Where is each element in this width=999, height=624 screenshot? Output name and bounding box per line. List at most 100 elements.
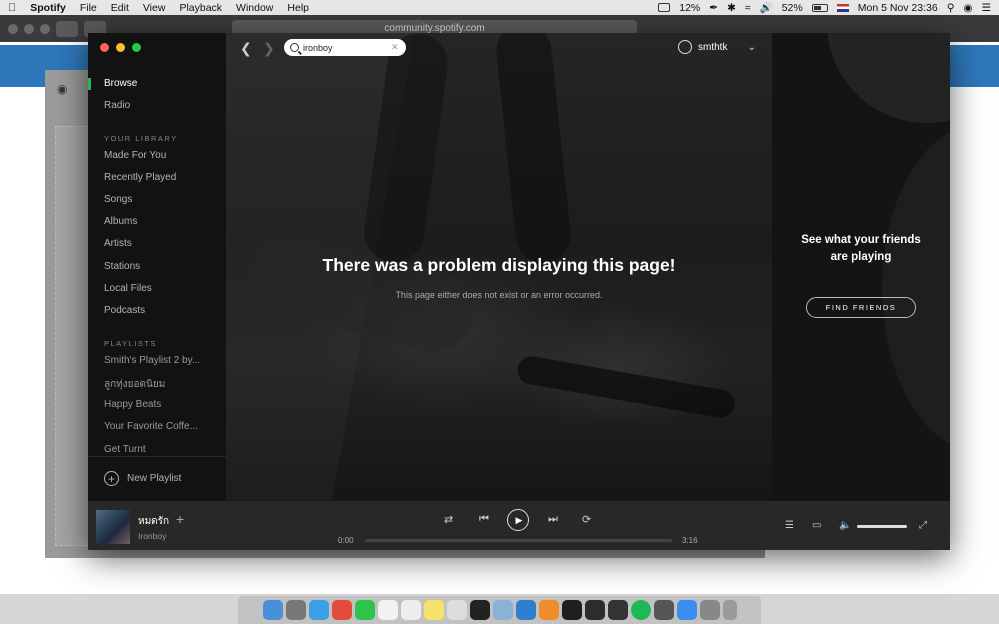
clear-search-icon[interactable]: ✕ xyxy=(391,42,399,53)
feather-icon[interactable]: ✒ xyxy=(709,2,718,14)
siri-icon[interactable]: ◉ xyxy=(963,2,972,14)
brave-icon[interactable] xyxy=(538,600,559,620)
playlist-item[interactable]: Get Turnt xyxy=(104,444,214,455)
sidebar-item-recently-played[interactable]: Recently Played xyxy=(104,172,176,183)
next-track-icon[interactable]: ⏭ xyxy=(548,513,558,526)
find-friends-button[interactable]: FIND FRIENDS xyxy=(806,297,916,318)
webstorm-icon[interactable] xyxy=(607,600,628,620)
track-title[interactable]: หมดรัก xyxy=(138,514,169,529)
menu-file[interactable]: File xyxy=(80,2,97,14)
sidebar-item-local-files[interactable]: Local Files xyxy=(104,283,152,294)
error-message: There was a problem displaying this page… xyxy=(226,255,772,300)
playlist-item[interactable]: Happy Beats xyxy=(104,399,214,410)
cpu-monitor-icon[interactable] xyxy=(658,3,671,12)
macos-menubar:  Spotify File Edit View Playback Window… xyxy=(0,0,999,15)
intellij-icon[interactable] xyxy=(561,600,582,620)
minimize-window-button[interactable] xyxy=(116,43,125,52)
user-avatar-icon xyxy=(678,40,692,54)
sidebar-item-artists[interactable]: Artists xyxy=(104,238,132,249)
previous-track-icon[interactable]: ⏮ xyxy=(479,513,489,526)
window-controls xyxy=(100,43,141,52)
new-playlist-label: New Playlist xyxy=(127,473,182,484)
spotify-dock-icon[interactable] xyxy=(630,600,651,620)
playlist-item[interactable]: Smith's Playlist 2 by... xyxy=(104,355,214,366)
sidebar-item-podcasts[interactable]: Podcasts xyxy=(104,305,145,316)
devices-icon[interactable]: ▭ xyxy=(812,520,821,531)
play-button[interactable]: ▶ xyxy=(507,509,529,531)
spotlight-search-icon[interactable]: ⚲ xyxy=(947,2,955,14)
playlist-item[interactable]: ลูกทุ่งยอดนิยม xyxy=(104,377,214,392)
zoom-window-button[interactable] xyxy=(132,43,141,52)
github-desktop-icon[interactable] xyxy=(653,600,674,620)
menu-help[interactable]: Help xyxy=(287,2,309,14)
input-source-flag-icon[interactable] xyxy=(836,3,849,12)
volume-icon[interactable]: 🔈 xyxy=(839,520,851,531)
battery-percent: 52% xyxy=(781,1,803,14)
chrome-icon[interactable] xyxy=(331,600,352,620)
search-box: ✕ xyxy=(284,39,406,56)
textedit-icon[interactable] xyxy=(446,600,467,620)
menu-playback[interactable]: Playback xyxy=(179,2,222,14)
search-icon xyxy=(290,43,299,52)
shuffle-icon[interactable]: ⇄ xyxy=(444,513,453,526)
sidebar-item-radio[interactable]: Radio xyxy=(104,100,130,111)
macos-dock xyxy=(238,596,761,624)
sidebar-item-browse[interactable]: Browse xyxy=(104,78,137,89)
user-menu[interactable]: smthtk ⌄ xyxy=(678,40,756,54)
friends-message-line: are playing xyxy=(830,251,892,263)
sidebar-item-made-for-you[interactable]: Made For You xyxy=(104,150,166,161)
app-store-icon[interactable] xyxy=(676,600,697,620)
apple-icon[interactable]:  xyxy=(8,2,16,14)
close-window-button[interactable] xyxy=(100,43,109,52)
trash-icon[interactable] xyxy=(722,600,737,620)
playlist-item[interactable]: Your Favorite Coffe... xyxy=(104,421,214,432)
new-playlist-button[interactable]: + New Playlist xyxy=(104,471,181,486)
menu-window[interactable]: Window xyxy=(236,2,273,14)
volume-slider[interactable] xyxy=(857,525,907,528)
track-artist[interactable]: Ironboy xyxy=(138,531,166,541)
sidebar-item-songs[interactable]: Songs xyxy=(104,194,132,205)
battery-icon[interactable] xyxy=(811,3,828,12)
menu-edit[interactable]: Edit xyxy=(111,2,129,14)
save-track-plus-icon[interactable]: + xyxy=(176,511,184,527)
wifi-icon[interactable]: ≈ xyxy=(745,2,751,14)
friends-decor-circle xyxy=(827,33,950,123)
plus-icon: + xyxy=(104,471,119,486)
finder-icon[interactable] xyxy=(262,600,283,620)
browser-back-button[interactable] xyxy=(56,20,78,37)
system-preferences-icon[interactable] xyxy=(699,600,720,620)
sidebar-item-albums[interactable]: Albums xyxy=(104,216,137,227)
archive-utility-icon[interactable] xyxy=(492,600,513,620)
menu-view[interactable]: View xyxy=(143,2,166,14)
progress-bar[interactable] xyxy=(365,539,672,542)
line-icon[interactable] xyxy=(354,600,375,620)
browser-zoom-button[interactable] xyxy=(40,23,50,34)
repeat-icon[interactable]: ⟳ xyxy=(582,513,591,526)
album-cover[interactable] xyxy=(96,510,130,544)
forward-arrow-icon[interactable]: ❯ xyxy=(263,40,275,57)
volume-icon[interactable]: 🔊 xyxy=(760,1,773,14)
datagrip-icon[interactable] xyxy=(584,600,605,620)
menu-app-name[interactable]: Spotify xyxy=(30,2,66,14)
queue-icon[interactable]: ☰ xyxy=(785,520,794,531)
camera-icon: ◉ xyxy=(57,82,68,96)
launchpad-icon[interactable] xyxy=(285,600,306,620)
reminders-icon[interactable] xyxy=(400,600,421,620)
sidebar-item-stations[interactable]: Stations xyxy=(104,261,140,272)
browser-minimize-button[interactable] xyxy=(24,23,34,34)
terminal-icon[interactable] xyxy=(469,600,490,620)
vscode-icon[interactable] xyxy=(515,600,536,620)
player-bar: หมดรัก Ironboy + ⇄ ⏮ ▶ ⏭ ⟳ 0:00 3:16 ☰ ▭… xyxy=(88,501,950,550)
error-description: This page either does not exist or an er… xyxy=(395,290,603,300)
search-input[interactable] xyxy=(303,42,387,53)
calendar-icon[interactable] xyxy=(377,600,398,620)
safari-icon[interactable] xyxy=(308,600,329,620)
clock[interactable]: Mon 5 Nov 23:36 xyxy=(858,2,938,14)
bluetooth-icon[interactable]: ✱ xyxy=(727,2,736,14)
back-arrow-icon[interactable]: ❮ xyxy=(240,40,252,57)
notification-center-icon[interactable]: ☰ xyxy=(982,2,991,14)
browser-close-button[interactable] xyxy=(8,23,18,34)
fullscreen-icon[interactable]: ⤢ xyxy=(919,520,927,531)
chevron-down-icon[interactable]: ⌄ xyxy=(747,42,755,53)
notes-icon[interactable] xyxy=(423,600,444,620)
